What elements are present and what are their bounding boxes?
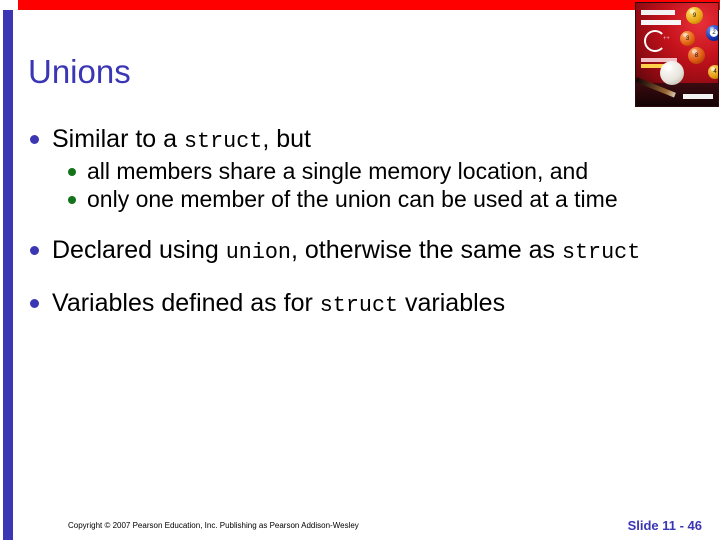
billiard-ball-4-icon: 4 <box>708 65 718 79</box>
bullet-text-1-part-b: , but <box>262 125 311 153</box>
footer-copyright: Copyright © 2007 Pearson Education, Inc.… <box>68 521 359 530</box>
bullet-item-1: Similar to a struct, but <box>30 124 694 157</box>
ball-2-number: 2 <box>712 30 716 36</box>
cover-title-text <box>641 20 681 25</box>
bullet-dot-icon <box>30 299 39 308</box>
ball-8-number: 8 <box>694 52 699 59</box>
keyword-union: union <box>225 240 291 265</box>
bullet-text-2: all members share a single memory locati… <box>87 158 589 184</box>
blue-left-bar <box>3 10 13 540</box>
billiard-ball-9-icon: 9 <box>686 7 703 24</box>
red-top-bar <box>18 0 720 10</box>
ball-4-number: 4 <box>713 69 717 75</box>
bullet-text-4-part-b: , otherwise the same as <box>290 236 562 264</box>
bullet-item-4: Declared using union, otherwise the same… <box>30 235 694 268</box>
bullet-dot-icon <box>68 196 76 204</box>
presentation-slide: ++ 9 2 3 8 4 Unions Similar to a struct,… <box>0 0 720 540</box>
bullet-text-5-part-b: variables <box>398 289 506 317</box>
cover-author-text <box>683 94 713 99</box>
keyword-struct: struct <box>183 129 263 154</box>
billiard-ball-3-icon: 3 <box>680 31 695 46</box>
cover-plusplus-text: ++ <box>663 36 670 42</box>
page-title: Unions <box>28 53 131 90</box>
slide-body: Similar to a struct, but all members sha… <box>30 124 694 321</box>
bullet-dot-icon <box>68 168 76 176</box>
bullet-text-5-part-a: Variables defined as for <box>52 289 320 317</box>
bullet-text-4-part-a: Declared using <box>52 236 226 264</box>
bullet-text-3: only one member of the union can be used… <box>87 186 618 212</box>
keyword-struct: struct <box>319 293 399 318</box>
keyword-struct: struct <box>561 240 641 265</box>
billiard-ball-2-icon: 2 <box>706 25 718 41</box>
bullet-dot-icon <box>30 246 39 255</box>
bullet-text-4: Declared using union, otherwise the same… <box>52 235 640 268</box>
bullet-item-2: all members share a single memory locati… <box>68 157 694 185</box>
bullet-text-1-part-a: Similar to a <box>52 125 184 153</box>
bullet-item-3: only one member of the union can be used… <box>68 185 694 213</box>
bullet-text-1: Similar to a struct, but <box>52 124 311 157</box>
cue-ball-icon <box>660 61 684 85</box>
bullet-dot-icon <box>30 135 39 144</box>
ball-9-number: 9 <box>692 12 697 19</box>
ball-3-number: 3 <box>685 35 690 42</box>
billiard-ball-8-icon: 8 <box>688 47 705 64</box>
bullet-item-5: Variables defined as for struct variable… <box>30 288 694 321</box>
bullet-text-5: Variables defined as for struct variable… <box>52 288 505 321</box>
cover-edition-text <box>641 10 675 15</box>
footer-slide-number: Slide 11 - 46 <box>627 518 702 533</box>
book-cover-image: ++ 9 2 3 8 4 <box>635 2 719 107</box>
